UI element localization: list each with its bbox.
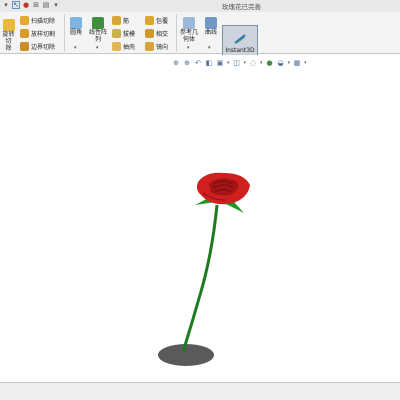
ribbon-separator xyxy=(176,14,177,52)
zoom-to-fit-icon[interactable]: ⊕ xyxy=(172,59,180,67)
section-view-icon[interactable]: ◧ xyxy=(205,59,213,67)
stem-shape xyxy=(181,204,219,353)
wrap-label: 包覆 xyxy=(156,18,169,25)
more-dropdown-icon[interactable]: ▾ xyxy=(52,1,60,9)
revolved-cut-label-2: 除 xyxy=(5,45,12,52)
status-bar xyxy=(0,382,400,400)
shell-label: 抽壳 xyxy=(123,44,136,51)
edit-appearance-icon[interactable]: ● xyxy=(266,59,274,67)
ribbon-separator xyxy=(64,14,65,52)
previous-view-icon[interactable]: ↶ xyxy=(194,59,202,67)
draft-icon xyxy=(112,29,121,38)
select-pointer-icon[interactable]: ↖ xyxy=(12,1,20,9)
lofted-cut-button[interactable]: 放样切割 xyxy=(20,28,55,39)
reference-geometry-button[interactable]: 参考几 何体 xyxy=(178,17,200,43)
display-style-dropdown-icon[interactable]: ▾ xyxy=(244,60,247,66)
graphics-area[interactable] xyxy=(0,55,400,382)
intersect-label: 相交 xyxy=(156,31,169,38)
intersect-icon xyxy=(145,29,154,38)
command-manager-ribbon: 旋转切 除 扫描切除 放样切割 边界切除 圆角 ▾ 线性阵 列 ▾ 筋 拔模 抽… xyxy=(0,12,400,63)
instant3d-icon xyxy=(234,34,246,44)
title-bar: ▾ ↖ ● ⊞ ▤ ▾ 玫瑰花已完善 xyxy=(0,0,400,12)
reference-geometry-label-2: 何体 xyxy=(182,36,195,43)
rib-label: 筋 xyxy=(123,18,130,25)
mirror-label: 镜向 xyxy=(156,44,169,51)
curves-button[interactable]: 曲线 xyxy=(203,17,219,36)
traffic-light-icon[interactable]: ● xyxy=(22,1,30,9)
linear-pattern-label-1: 线性阵 xyxy=(88,29,107,36)
apply-scene-dropdown-icon[interactable]: ▾ xyxy=(288,60,291,66)
display-style-icon[interactable]: ◫ xyxy=(233,59,241,67)
fillet-label: 圆角 xyxy=(69,29,82,36)
heads-up-view-toolbar: ⊕ ⊕ ↶ ◧ ▣ ▾ ◫ ▾ ◌ ▾ ● ◒ ▾ ▦ ▾ xyxy=(172,58,307,68)
revolved-cut-icon xyxy=(2,19,15,31)
draft-button[interactable]: 拔模 xyxy=(112,28,135,39)
pattern-dropdown-icon[interactable]: ▾ xyxy=(96,45,99,51)
reference-geometry-dropdown-icon[interactable]: ▾ xyxy=(187,45,190,51)
mirror-icon xyxy=(145,42,154,51)
view-orientation-dropdown-icon[interactable]: ▾ xyxy=(227,60,230,66)
view-settings-icon[interactable]: ▦ xyxy=(293,59,301,67)
reference-geometry-label-1: 参考几 xyxy=(179,29,198,36)
shell-icon xyxy=(112,42,121,51)
wrap-button[interactable]: 包覆 xyxy=(145,15,168,26)
boundary-cut-icon xyxy=(20,42,29,51)
mirror-button[interactable]: 镜向 xyxy=(145,41,168,52)
boundary-cut-button[interactable]: 边界切除 xyxy=(20,41,55,52)
wrap-icon xyxy=(145,16,154,25)
view-settings-dropdown-icon[interactable]: ▾ xyxy=(304,60,307,66)
view-orientation-icon[interactable]: ▣ xyxy=(216,59,224,67)
revolved-cut-button[interactable]: 旋转切 除 xyxy=(0,19,17,52)
zoom-area-icon[interactable]: ⊕ xyxy=(183,59,191,67)
hide-show-icon[interactable]: ◌ xyxy=(249,59,257,67)
boundary-cut-label: 边界切除 xyxy=(31,44,56,51)
rebuild-icon[interactable]: ⊞ xyxy=(32,1,40,9)
undo-dropdown-icon[interactable]: ▾ xyxy=(2,1,10,9)
intersect-button[interactable]: 相交 xyxy=(145,28,168,39)
apply-scene-icon[interactable]: ◒ xyxy=(277,59,285,67)
fillet-dropdown-icon[interactable]: ▾ xyxy=(74,45,77,51)
options-icon[interactable]: ▤ xyxy=(42,1,50,9)
rib-button[interactable]: 筋 xyxy=(112,15,129,26)
fillet-button[interactable]: 圆角 xyxy=(67,17,85,36)
linear-pattern-icon xyxy=(92,17,104,29)
swept-cut-button[interactable]: 扫描切除 xyxy=(20,15,55,26)
lofted-cut-label: 放样切割 xyxy=(31,31,56,38)
reference-geometry-icon xyxy=(183,17,195,29)
linear-pattern-button[interactable]: 线性阵 列 xyxy=(87,17,109,43)
fillet-icon xyxy=(70,17,82,29)
hide-show-dropdown-icon[interactable]: ▾ xyxy=(260,60,263,66)
linear-pattern-label-2: 列 xyxy=(94,36,101,43)
quick-access-toolbar: ▾ ↖ ● ⊞ ▤ ▾ xyxy=(2,1,60,9)
draft-label: 拔模 xyxy=(123,31,136,38)
rose-model[interactable] xyxy=(0,55,400,382)
curves-icon xyxy=(205,17,217,29)
swept-cut-icon xyxy=(20,16,29,25)
rib-icon xyxy=(112,16,121,25)
curves-label: 曲线 xyxy=(204,29,217,36)
revolved-cut-label-1: 旋转切 xyxy=(2,31,15,45)
instant3d-label: Instant3D xyxy=(225,47,255,54)
curves-dropdown-icon[interactable]: ▾ xyxy=(208,45,211,51)
swept-cut-label: 扫描切除 xyxy=(31,18,56,25)
lofted-cut-icon xyxy=(20,29,29,38)
document-title: 玫瑰花已完善 xyxy=(222,3,261,11)
shell-button[interactable]: 抽壳 xyxy=(112,41,135,52)
